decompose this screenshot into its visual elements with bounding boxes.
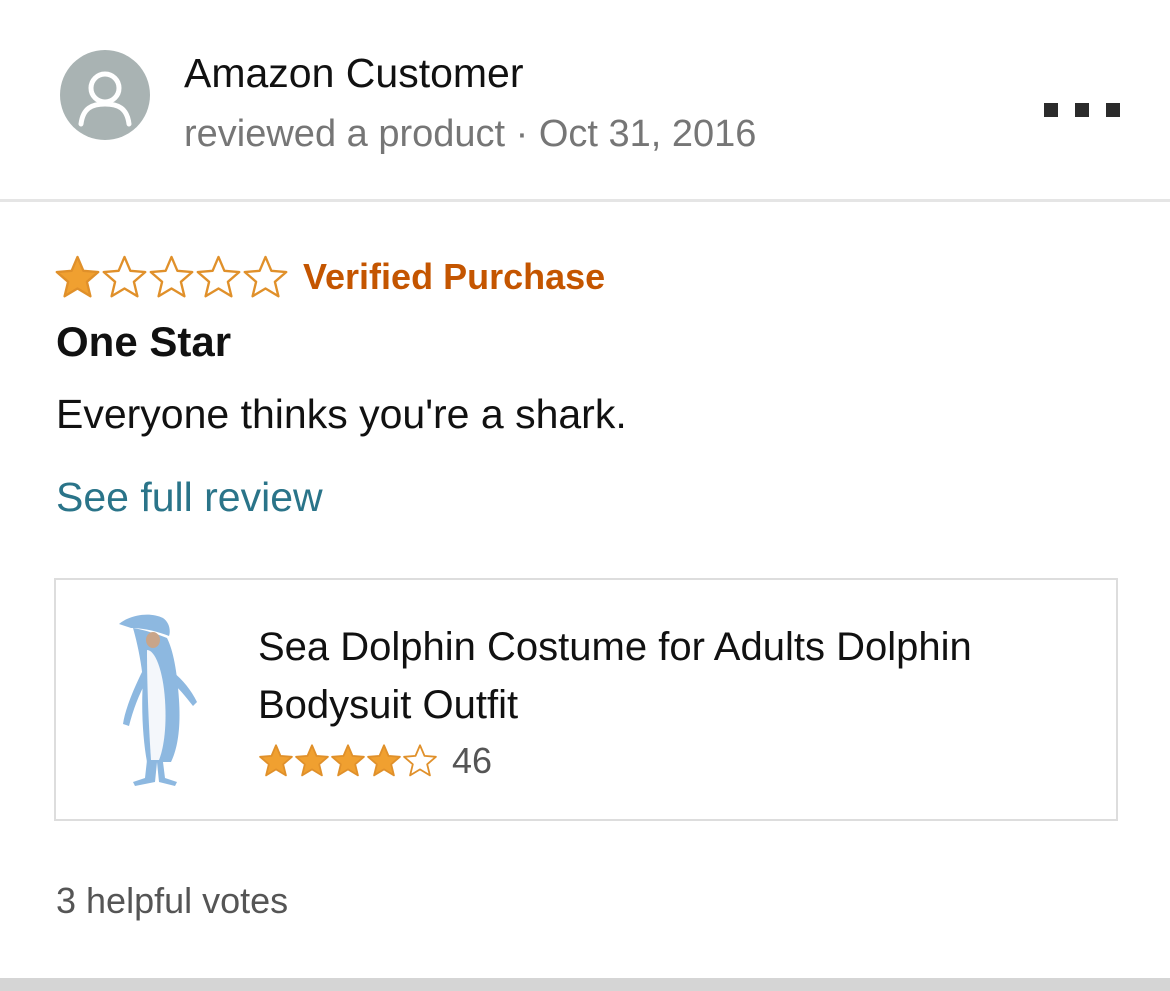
star-empty-icon xyxy=(149,255,194,297)
star-filled-icon xyxy=(367,744,401,777)
star-filled-icon xyxy=(259,744,293,777)
star-filled-icon xyxy=(55,255,100,297)
review-rating-row: Verified Purchase xyxy=(54,252,605,302)
bottom-separator xyxy=(0,978,1170,991)
review-body: Everyone thinks you're a shark. xyxy=(56,391,627,437)
star-filled-icon xyxy=(295,744,329,777)
helpful-votes: 3 helpful votes xyxy=(56,880,289,921)
dot xyxy=(1075,103,1089,117)
verified-purchase-badge: Verified Purchase xyxy=(303,256,606,297)
star-empty-icon xyxy=(403,744,437,777)
avatar[interactable] xyxy=(60,50,150,140)
review-title: One Star xyxy=(56,318,232,365)
more-options-icon[interactable] xyxy=(1040,92,1124,128)
star-empty-icon xyxy=(196,255,241,297)
star-empty-icon xyxy=(102,255,147,297)
product-rating: 46 xyxy=(258,740,492,782)
review-meta: reviewed a product · Oct 31, 2016 xyxy=(184,113,757,155)
divider xyxy=(0,199,1170,202)
review-star-rating xyxy=(54,254,289,301)
product-image[interactable] xyxy=(111,610,211,790)
star-filled-icon xyxy=(331,744,365,777)
author-name[interactable]: Amazon Customer xyxy=(184,50,524,97)
dot xyxy=(1044,103,1058,117)
star-empty-icon xyxy=(243,255,288,297)
product-star-rating xyxy=(258,743,438,779)
dot xyxy=(1106,103,1120,117)
see-full-review-link[interactable]: See full review xyxy=(56,474,323,521)
rating-count: 46 xyxy=(452,740,493,781)
review-header: Amazon Customer reviewed a product · Oct… xyxy=(0,0,1170,200)
product-title[interactable]: Sea Dolphin Costume for Adults Dolphin B… xyxy=(258,618,1098,734)
product-card[interactable]: Sea Dolphin Costume for Adults Dolphin B… xyxy=(54,578,1118,821)
user-silhouette-icon xyxy=(78,71,132,127)
